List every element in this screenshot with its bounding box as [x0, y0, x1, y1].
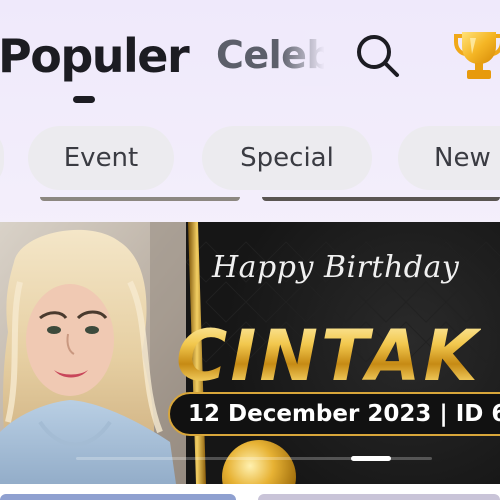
next-card-left[interactable]: [0, 494, 236, 500]
chip-previous[interactable]: [0, 126, 4, 190]
chip-event[interactable]: Event: [28, 126, 174, 190]
previous-card-left: [40, 197, 240, 201]
banner-greeting: Happy Birthday: [212, 250, 460, 285]
active-tab-indicator: [73, 96, 95, 103]
search-icon[interactable]: [352, 30, 402, 80]
chip-new[interactable]: New: [398, 126, 500, 190]
app-screen: Populer Celeb Event Special New Happy Bi…: [0, 0, 500, 500]
tab-populer[interactable]: Populer: [0, 26, 190, 86]
next-card-right[interactable]: [258, 494, 500, 500]
carousel-indicator-active[interactable]: [351, 456, 391, 461]
trophy-icon[interactable]: [454, 26, 500, 82]
previous-row-peek: [0, 197, 500, 205]
banner-date: 12 December 2023 | ID 6: [188, 401, 500, 427]
banner-name: CINTAK: [176, 315, 481, 397]
chip-special[interactable]: Special: [202, 126, 372, 190]
filter-chip-row: Event Special New: [0, 126, 500, 190]
top-tab-bar: Populer Celeb: [0, 0, 500, 120]
previous-card-right: [262, 197, 500, 201]
tab-overflow-fade: [280, 30, 330, 86]
